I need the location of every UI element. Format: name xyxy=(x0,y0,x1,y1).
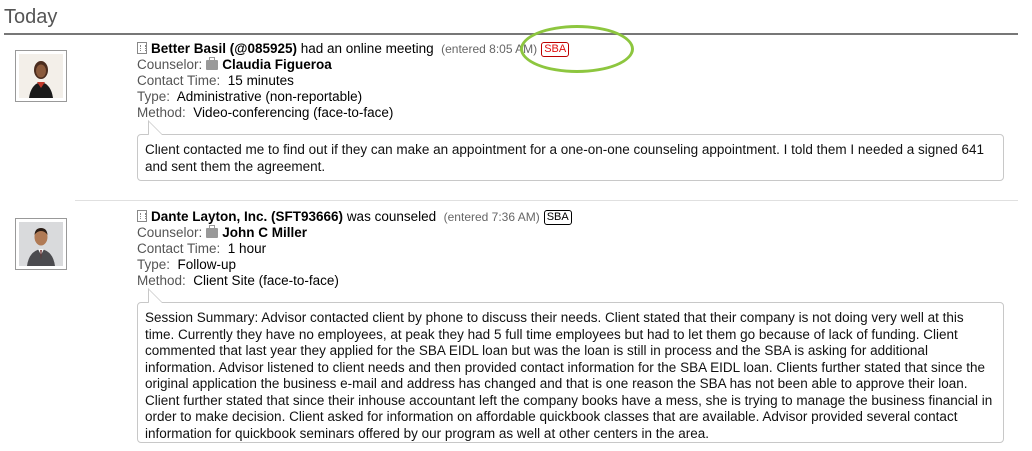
sba-badge: SBA xyxy=(543,210,572,225)
method-value: Video-conferencing (face-to-face) xyxy=(193,105,394,120)
contact-time-value: 15 minutes xyxy=(227,73,294,88)
contact-time-value: 1 hour xyxy=(227,241,267,256)
day-header: Today xyxy=(4,6,58,28)
day-divider xyxy=(4,33,1018,35)
counselor-name-link[interactable]: John C Miller xyxy=(222,225,307,240)
contact-time-label: Contact Time: xyxy=(137,73,221,88)
counselor-avatar[interactable] xyxy=(15,218,67,270)
session-note: Session Summary: Advisor contacted clien… xyxy=(137,302,1004,443)
highlight-annotation xyxy=(520,25,634,73)
method-value: Client Site (face-to-face) xyxy=(193,273,339,288)
counselor-avatar[interactable] xyxy=(15,50,67,102)
counselor-label: Counselor: xyxy=(137,57,203,72)
person-photo-icon xyxy=(19,54,63,98)
briefcase-icon xyxy=(206,57,219,70)
method-label: Method: xyxy=(137,105,186,120)
person-photo-icon xyxy=(19,222,63,266)
activity-action: was counseled xyxy=(346,209,437,224)
entry-divider xyxy=(75,200,1018,201)
session-note: Client contacted me to find out if they … xyxy=(137,134,1004,181)
client-name-link[interactable]: Dante Layton, Inc. (SFT93666) xyxy=(151,209,343,224)
activity-action: had an online meeting xyxy=(300,41,434,56)
building-icon xyxy=(137,210,147,222)
building-icon xyxy=(137,42,147,54)
method-label: Method: xyxy=(137,273,186,288)
entered-time: (entered 7:36 AM) xyxy=(443,210,540,224)
type-label: Type: xyxy=(137,89,171,104)
type-label: Type: xyxy=(137,257,171,272)
contact-time-label: Contact Time: xyxy=(137,241,221,256)
counselor-name-link[interactable]: Claudia Figueroa xyxy=(222,57,332,72)
type-value: Administrative (non-reportable) xyxy=(176,89,363,104)
client-name-link[interactable]: Better Basil (@085925) xyxy=(151,41,297,56)
type-value: Follow-up xyxy=(177,257,237,272)
briefcase-icon xyxy=(206,225,219,238)
counselor-label: Counselor: xyxy=(137,225,203,240)
